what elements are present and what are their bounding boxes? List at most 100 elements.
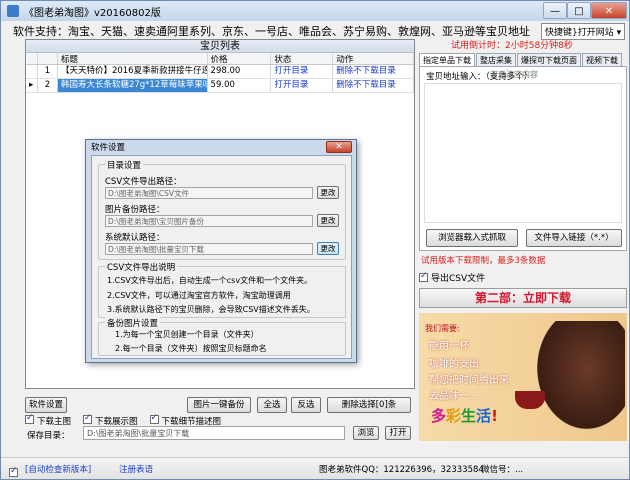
list-title: 宝贝列表: [26, 40, 414, 53]
csv-info-line: 3.系统默认路径下的宝贝删除，会导致CSV描述文件丢失。: [107, 305, 315, 314]
maximize-button[interactable]: □: [567, 2, 591, 19]
tab-video[interactable]: 视频下载: [582, 53, 622, 66]
default-path-label: 系统默认路径：: [105, 233, 165, 243]
tab-single-item[interactable]: 指定单品下载: [419, 53, 475, 67]
dir-settings-group: 目录设置 CSV文件导出路径： 更改 图片备份路径： 更改 系统默认路径： 更改: [98, 159, 346, 260]
download-tabs: 指定单品下载 整店采集 爆探可下载页面 视频下载: [419, 53, 623, 67]
ad-line: 去品味一...: [429, 391, 479, 402]
settings-dialog: 软件设置 ✕ 目录设置 CSV文件导出路径： 更改 图片备份路径： 更改 系统默…: [85, 139, 357, 363]
csv-path-input[interactable]: [105, 187, 313, 199]
start-download-button[interactable]: 第二部：立即下载: [419, 288, 627, 308]
ad-woman-image: [529, 321, 625, 439]
export-csv-checkbox[interactable]: 导出CSV文件: [419, 271, 485, 284]
file-import-button[interactable]: 文件导入链接（*.*）: [526, 229, 622, 247]
title-bar: 《图老弟淘图》v20160802版 — □ ✕: [1, 1, 629, 21]
minimize-button[interactable]: —: [543, 2, 567, 19]
backup-info-line: 2.每一个目录（文件夹）按照宝贝标题命名: [115, 344, 267, 353]
main-window: 《图老弟淘图》v20160802版 — □ ✕ 软件支持：淘宝、天猫、速卖通阿里…: [0, 0, 630, 480]
settings-button[interactable]: 软件设置: [25, 397, 67, 413]
row-num: 2: [38, 79, 58, 92]
qq-text: 图老弟软件QQ：121226396，32333584: [319, 465, 484, 475]
row-indicator: [26, 65, 38, 78]
export-csv-label: 导出CSV文件: [431, 274, 486, 284]
ad-slogan: 多彩生活!: [431, 405, 498, 426]
download-main-checkbox[interactable]: 下载主图: [25, 413, 71, 427]
browse-button[interactable]: 浏览: [353, 426, 379, 440]
register-link[interactable]: 注册表语: [119, 463, 153, 475]
tab-panel: 宝贝地址输入：（支持多个） 浏览器载入式抓取 文件导入链接（*.*）: [419, 66, 627, 251]
ad-heading: 我们需要:: [425, 324, 460, 333]
close-button[interactable]: ✕: [591, 2, 627, 19]
support-text: 软件支持：淘宝、天猫、速卖通阿里系列、京东、一号店、唯品会、苏宁易购、敦煌网、亚…: [13, 25, 530, 38]
csv-info-line: 1.CSV文件导出后，自动生成一个csv文件和一个文件夹。: [107, 276, 313, 285]
open-dir-link[interactable]: 打开目录: [271, 65, 334, 78]
dialog-title: 软件设置: [91, 143, 126, 153]
header-action[interactable]: 动作: [333, 53, 415, 64]
checkbox-icon[interactable]: [419, 271, 428, 282]
browser-import-button[interactable]: 浏览器载入式抓取: [426, 229, 518, 247]
header-indicator: [26, 53, 38, 64]
csv-change-button[interactable]: 更改: [317, 186, 339, 199]
coffee-cup-icon: [515, 391, 545, 409]
backup-group-title: 备份图片设置: [105, 317, 161, 329]
address-hint-input[interactable]: [490, 68, 620, 80]
delete-link[interactable]: 删除不下载目录: [333, 79, 415, 92]
backup-info-line: 1.为每一个宝贝创建一个目录（文件夹）: [115, 330, 259, 339]
header-title[interactable]: 标题: [58, 53, 208, 64]
row-num: 1: [38, 65, 58, 78]
csv-info-group: CSV文件导出说明 1.CSV文件导出后，自动生成一个csv文件和一个文件夹。 …: [98, 261, 346, 318]
row-title[interactable]: 【天天特价】2016夏季新款拼接牛仔连衣...: [58, 65, 208, 78]
trial-countdown: 试用倒计时：2小时58分钟8秒: [451, 41, 573, 51]
row-pointer-icon: ▸: [26, 79, 38, 92]
delete-link[interactable]: 删除不下载目录: [333, 65, 415, 78]
header-num: [38, 53, 58, 64]
checkbox-icon[interactable]: [149, 413, 159, 424]
ad-slogan-char: 活: [476, 407, 492, 425]
ad-slogan-char: 多: [431, 407, 447, 425]
tab-shop-collect[interactable]: 整店采集: [476, 53, 516, 66]
img-change-button[interactable]: 更改: [317, 214, 339, 227]
app-icon: [7, 5, 19, 17]
ad-slogan-char: 彩: [446, 407, 462, 425]
table-row[interactable]: 1 【天天特价】2016夏季新款拼接牛仔连衣... 298.00 打开目录 删除…: [26, 65, 415, 79]
backup-images-button[interactable]: 图片一键备份: [187, 397, 251, 413]
save-dir-label: 保存目录：: [27, 431, 70, 441]
img-path-label: 图片备份路径：: [105, 205, 165, 215]
window-title: 《图老弟淘图》v20160802版: [24, 7, 161, 19]
img-path-input[interactable]: [105, 215, 313, 227]
dialog-close-button[interactable]: ✕: [326, 141, 352, 153]
checkbox-icon[interactable]: [83, 413, 93, 424]
header-status[interactable]: 状态: [271, 53, 334, 64]
dir-group-title: 目录设置: [105, 159, 144, 171]
wechat-text: 微信号：...: [481, 465, 524, 475]
open-dir-link[interactable]: 打开目录: [271, 79, 334, 92]
ad-slogan-char: !: [491, 407, 498, 425]
row-price: 59.00: [208, 79, 272, 92]
row-price: 298.00: [208, 65, 272, 78]
backup-settings-group: 备份图片设置 1.为每一个宝贝创建一个目录（文件夹） 2.每一个目录（文件夹）按…: [98, 317, 346, 356]
ad-line: 帮您把时间腾出来: [429, 375, 509, 386]
save-dir-input[interactable]: [83, 426, 345, 440]
csv-info-line: 2.CSV文件，可以通过淘宝官方软件，淘宝助理调用: [107, 291, 291, 300]
invert-selection-button[interactable]: 反选: [291, 397, 321, 413]
default-change-button[interactable]: 更改: [317, 242, 339, 255]
auto-update-link[interactable]: [自动检查新版本]: [25, 463, 91, 475]
tab-explore-pages[interactable]: 爆探可下载页面: [517, 53, 581, 66]
address-textarea[interactable]: [424, 83, 622, 223]
csv-path-label: CSV文件导出路径：: [105, 177, 182, 187]
header-price[interactable]: 价格: [208, 53, 272, 64]
open-dir-button[interactable]: 打开: [385, 426, 411, 440]
dialog-body: 目录设置 CSV文件导出路径： 更改 图片备份路径： 更改 系统默认路径： 更改…: [91, 155, 352, 359]
ad-slogan-char: 生: [461, 407, 477, 425]
dialog-titlebar[interactable]: 软件设置: [86, 140, 356, 154]
csv-group-title: CSV文件导出说明: [105, 261, 178, 273]
row-title[interactable]: 韩国寿大长条软糖27g*12草莓味苹果味组...: [57, 79, 208, 92]
checkbox-icon[interactable]: [25, 413, 34, 424]
checkbox-icon[interactable]: [9, 466, 18, 477]
table-row[interactable]: ▸ 2 韩国寿大长条软糖27g*12草莓味苹果味组... 59.00 打开目录 …: [26, 79, 415, 93]
select-all-button[interactable]: 全选: [257, 397, 287, 413]
ad-banner[interactable]: 我们需要: 能用一杯 咖啡的支出 帮您把时间腾出来 去品味一... 多彩生活!: [419, 313, 627, 441]
delete-selected-button[interactable]: 删除选择[0]条: [327, 397, 411, 413]
trial-limit-hint: 试用版本下载限制，最多3条数据: [421, 256, 546, 266]
default-path-input[interactable]: [105, 243, 313, 255]
